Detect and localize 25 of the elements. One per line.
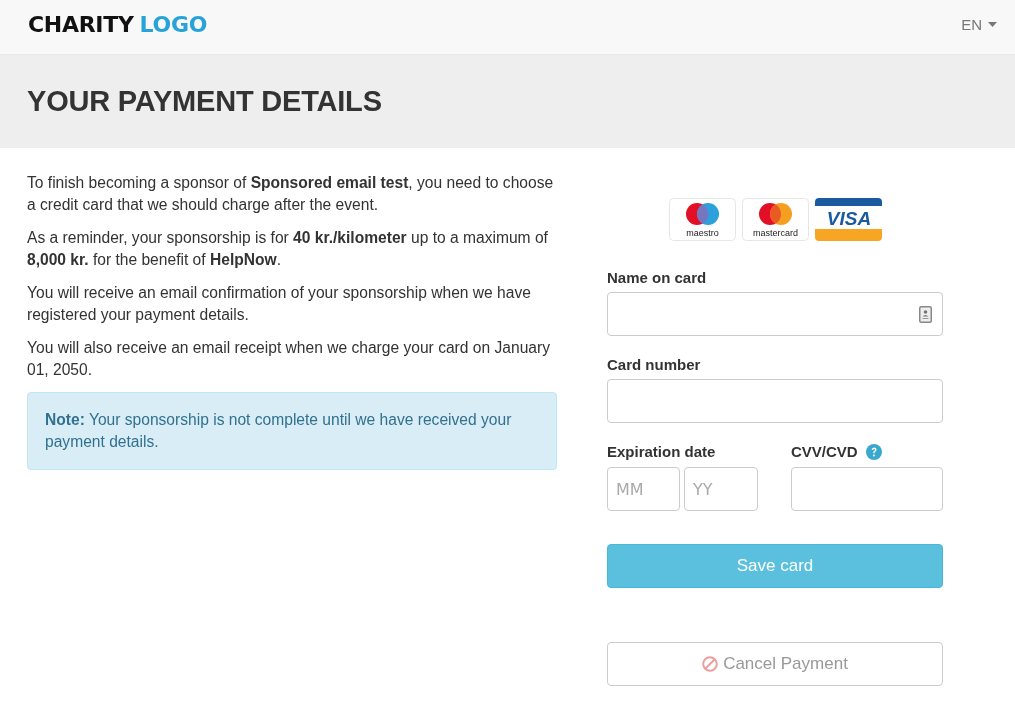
field-label: Name on card — [607, 268, 708, 288]
input-field[interactable] — [607, 292, 943, 336]
save-card-button[interactable]: Save card — [607, 544, 943, 588]
intro-paragraph: You will receive an email confirmation of your sponsorship when we have registered your payment details. — [27, 283, 532, 325]
input-field[interactable]: YY — [684, 467, 758, 511]
intro-paragraph: To finish becoming a sponsor of Sponsored email test, you need to choose a credit card that we should charge after the event. — [27, 173, 555, 215]
language-dropdown[interactable]: EN — [961, 15, 997, 33]
input-field[interactable] — [607, 379, 943, 423]
note-alert: Note: Your sponsorship is not complete until we have received your payment details. — [27, 392, 557, 470]
caret-down-icon — [988, 21, 997, 27]
intro-paragraph: You will also receive an email receipt when we charge your card on January 01, 2050. — [27, 338, 551, 380]
contact-card-icon[interactable] — [919, 305, 932, 323]
input-field[interactable] — [791, 467, 943, 511]
field-label: Card number — [607, 355, 702, 375]
help-icon[interactable] — [865, 444, 882, 460]
ban-icon — [702, 656, 719, 672]
card-brand-logo: maestro — [668, 198, 736, 241]
field-label: Expiration date — [607, 442, 716, 462]
card-brand-logo: mastercard — [741, 198, 809, 241]
page-title: YOUR PAYMENT DETAILS — [27, 85, 382, 118]
card-brand-logo: VISA — [814, 198, 882, 241]
intro-paragraph: As a reminder, your sponsorship is for 40 kr./kilometer up to a maximum of 8,000 kr. for the benefit of HelpNow. — [27, 228, 549, 270]
field-label: CVV/CVD — [791, 442, 858, 462]
charity-logo: CHARITY LOGO — [28, 11, 208, 37]
input-field[interactable]: MM — [607, 467, 680, 511]
